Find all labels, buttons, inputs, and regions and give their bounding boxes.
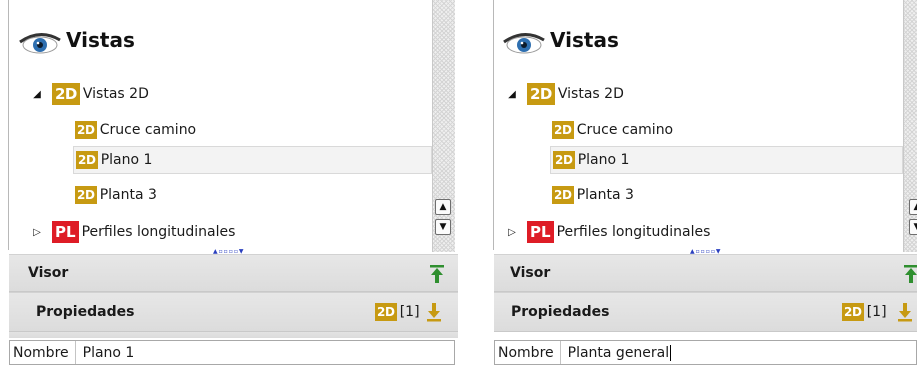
tree-item-label: Cruce camino [576, 122, 674, 138]
scroll-down-icon[interactable]: ▼ [909, 219, 917, 235]
tree-group-vistas-2d[interactable]: ◢ 2D Vistas 2D [31, 80, 149, 108]
tree-group-label: Perfiles longitudinales [81, 224, 236, 240]
count-text: [1] [399, 304, 420, 320]
tree-item-plano-1[interactable]: 2D Plano 1 [73, 146, 432, 174]
2d-view-icon: 2D [76, 151, 98, 169]
tree-group-vistas-2d[interactable]: ◢ 2D Vistas 2D [506, 80, 624, 108]
views-title-text: Vistas [550, 28, 619, 52]
propiedades-label: Propiedades [511, 304, 610, 320]
2d-view-icon: 2D [375, 303, 397, 321]
2d-view-icon: 2D [553, 151, 575, 169]
tree-group-perfiles[interactable]: ▷ PL Perfiles longitudinales [506, 218, 710, 246]
triangle-down-icon[interactable]: ◢ [506, 89, 518, 100]
visor-label: Visor [510, 265, 551, 281]
property-value-text: Planta general [567, 344, 670, 361]
visor-label: Visor [28, 265, 69, 281]
profile-icon: PL [527, 221, 554, 243]
pin-up-arrow-icon[interactable] [430, 264, 444, 284]
views-panel-right: ▲ ▼ Vistas ◢ 2D Vistas 2D 2D Cruce camin… [485, 0, 917, 365]
tree-group-label: Vistas 2D [557, 86, 624, 102]
property-key: Nombre [495, 341, 561, 364]
eye-icon [19, 33, 61, 54]
tree-item-planta-3[interactable]: 2D Planta 3 [75, 181, 157, 209]
property-value-input[interactable]: Planta general [561, 344, 672, 361]
tree-item-cruce-camino[interactable]: 2D Cruce camino [552, 116, 673, 144]
triangle-right-icon[interactable]: ▷ [31, 227, 43, 238]
tree-item-planta-3[interactable]: 2D Planta 3 [552, 181, 634, 209]
property-value[interactable]: Plano 1 [76, 345, 135, 361]
2d-view-icon: 2D [552, 186, 574, 204]
views-title: Vistas [502, 22, 619, 58]
pin-up-arrow-icon[interactable] [904, 264, 917, 284]
tree-item-cruce-camino[interactable]: 2D Cruce camino [75, 116, 196, 144]
pin-down-arrow-icon[interactable] [898, 302, 912, 322]
propiedades-label: Propiedades [36, 304, 135, 320]
visor-section-header[interactable]: Visor [9, 254, 458, 292]
views-title: Vistas [18, 22, 135, 58]
scroll-up-icon[interactable]: ▲ [909, 199, 917, 215]
propiedades-section-header[interactable]: Propiedades 2D [1] [494, 292, 917, 332]
views-panel-left: ▲ ▼ Vistas ◢ 2D Vistas 2D 2D Cruce camin… [0, 0, 458, 365]
views-title-text: Vistas [66, 28, 135, 52]
tree-item-label: Planta 3 [99, 187, 157, 203]
property-row-nombre[interactable]: Nombre Planta general [494, 340, 917, 365]
tree-item-label: Planta 3 [576, 187, 634, 203]
selection-count: 2D [1] [375, 303, 420, 321]
tree-group-perfiles[interactable]: ▷ PL Perfiles longitudinales [31, 218, 235, 246]
panel-separator [458, 0, 485, 365]
panel-border [493, 0, 494, 250]
2d-view-icon: 2D [527, 83, 555, 105]
tree-item-plano-1[interactable]: 2D Plano 1 [550, 146, 903, 174]
selection-count: 2D [1] [842, 303, 887, 321]
2d-view-icon: 2D [552, 121, 574, 139]
property-key: Nombre [10, 341, 76, 364]
profile-icon: PL [52, 221, 79, 243]
scroll-down-icon[interactable]: ▼ [435, 219, 451, 235]
triangle-down-icon[interactable]: ◢ [31, 89, 43, 100]
panel-border [8, 0, 9, 250]
eye-icon [503, 33, 545, 54]
propiedades-section-header[interactable]: Propiedades 2D [1] [9, 292, 458, 332]
2d-view-icon: 2D [842, 303, 864, 321]
count-text: [1] [866, 304, 887, 320]
property-row-nombre[interactable]: Nombre Plano 1 [9, 340, 455, 365]
tree-item-label: Plano 1 [577, 152, 630, 168]
text-caret [670, 344, 672, 361]
tree-group-label: Vistas 2D [82, 86, 149, 102]
tree-item-label: Cruce camino [99, 122, 197, 138]
tree-item-label: Plano 1 [100, 152, 153, 168]
scroll-up-icon[interactable]: ▲ [435, 199, 451, 215]
2d-view-icon: 2D [75, 121, 97, 139]
pin-down-arrow-icon[interactable] [427, 302, 441, 322]
2d-view-icon: 2D [75, 186, 97, 204]
2d-view-icon: 2D [52, 83, 80, 105]
visor-section-header[interactable]: Visor [494, 254, 917, 292]
tree-group-label: Perfiles longitudinales [556, 224, 711, 240]
triangle-right-icon[interactable]: ▷ [506, 227, 518, 238]
